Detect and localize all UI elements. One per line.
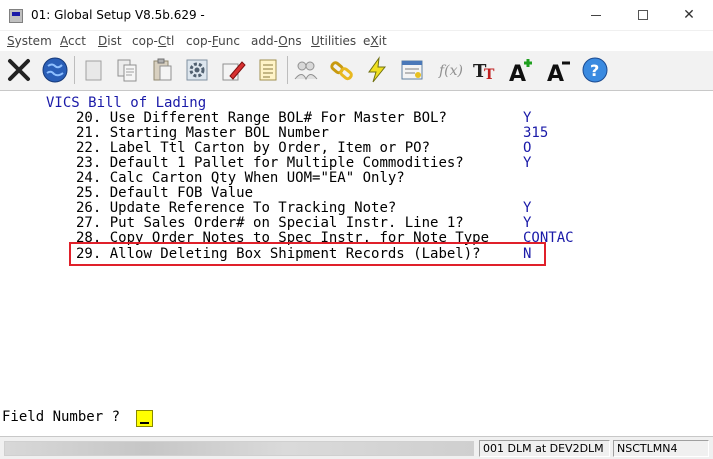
- menu-bar: System Acct Dist cop-Ctl cop-Func add-On…: [0, 31, 713, 51]
- paste-icon[interactable]: [146, 54, 178, 86]
- menu-cop-ctl[interactable]: cop-Ctl: [132, 34, 174, 48]
- option-25[interactable]: 25. Default FOB Value: [76, 186, 253, 201]
- svg-text:?: ?: [590, 61, 599, 80]
- function-icon[interactable]: f(x): [432, 54, 464, 86]
- toolbar: f(x) TT A A ?: [0, 51, 713, 91]
- form-window-icon[interactable]: [396, 54, 428, 86]
- field-number-prompt: Field Number ?: [2, 409, 121, 425]
- blank-page-icon[interactable]: [77, 54, 109, 86]
- menu-cop-func[interactable]: cop-Func: [186, 34, 240, 48]
- title-bar: 01: Global Setup V8.5b.629 - ✕: [0, 0, 713, 31]
- svg-text:f(x): f(x): [438, 63, 463, 79]
- toolbar-separator: [287, 56, 288, 84]
- lightning-icon[interactable]: [361, 54, 393, 86]
- app-icon[interactable]: [9, 9, 23, 23]
- toolbar-separator: [74, 56, 75, 84]
- maximize-icon: [638, 10, 648, 20]
- settings-gear-icon[interactable]: [181, 54, 213, 86]
- option-21[interactable]: 21. Starting Master BOL Number: [76, 126, 329, 141]
- option-26[interactable]: 26. Update Reference To Tracking Note?: [76, 201, 396, 216]
- menu-dist[interactable]: Dist: [98, 34, 122, 48]
- maximize-button[interactable]: [620, 4, 666, 28]
- font-decrease-icon[interactable]: A: [543, 54, 575, 86]
- menu-utilities[interactable]: Utilities: [311, 34, 356, 48]
- option-20-value: Y: [523, 110, 532, 126]
- svg-text:T: T: [484, 67, 495, 83]
- option-22[interactable]: 22. Label Ttl Carton by Order, Item or P…: [76, 141, 430, 156]
- menu-acct[interactable]: Acct: [60, 34, 86, 48]
- font-tt-icon[interactable]: TT: [468, 54, 500, 86]
- svg-text:A: A: [547, 62, 564, 85]
- highlight-box: [69, 242, 546, 266]
- edit-pencil-icon[interactable]: [217, 54, 249, 86]
- option-24[interactable]: 24. Calc Carton Qty When UOM="EA" Only?: [76, 171, 405, 186]
- close-icon: ✕: [683, 7, 695, 23]
- globe-icon[interactable]: [39, 54, 71, 86]
- menu-exit[interactable]: eXit: [363, 34, 387, 48]
- status-connection: 001 DLM at DEV2DLM: [479, 440, 610, 457]
- option-22-value: O: [523, 140, 532, 156]
- close-button[interactable]: ✕: [666, 4, 712, 28]
- copy-icon[interactable]: [111, 54, 143, 86]
- status-message-redacted: [4, 441, 474, 456]
- notepad-icon[interactable]: [252, 54, 284, 86]
- svg-text:A: A: [509, 62, 526, 85]
- window-title: 01: Global Setup V8.5b.629 -: [31, 8, 205, 22]
- terminal-screen: VICS Bill of Lading 20. Use Different Ra…: [0, 92, 713, 434]
- option-20[interactable]: 20. Use Different Range BOL# For Master …: [76, 111, 447, 126]
- status-bar: 001 DLM at DEV2DLM NSCTLMN4: [0, 436, 713, 459]
- option-27-value: Y: [523, 215, 532, 231]
- menu-system[interactable]: System: [7, 34, 52, 48]
- menu-add-ons[interactable]: add-Ons: [251, 34, 302, 48]
- close-x-icon[interactable]: [3, 54, 35, 86]
- chain-link-icon[interactable]: [326, 54, 358, 86]
- input-cursor[interactable]: [136, 410, 153, 427]
- option-23-value: Y: [523, 155, 532, 171]
- option-21-value: 315: [523, 125, 549, 141]
- help-icon[interactable]: ?: [579, 54, 611, 86]
- option-27[interactable]: 27. Put Sales Order# on Special Instr. L…: [76, 216, 464, 231]
- option-26-value: Y: [523, 200, 532, 216]
- option-23[interactable]: 23. Default 1 Pallet for Multiple Commod…: [76, 156, 464, 171]
- minimize-icon: [591, 14, 601, 16]
- status-terminal: NSCTLMN4: [613, 440, 709, 457]
- users-icon[interactable]: [290, 54, 322, 86]
- minimize-button[interactable]: [573, 4, 619, 28]
- font-increase-icon[interactable]: A: [505, 54, 537, 86]
- screen-header: VICS Bill of Lading: [46, 95, 207, 111]
